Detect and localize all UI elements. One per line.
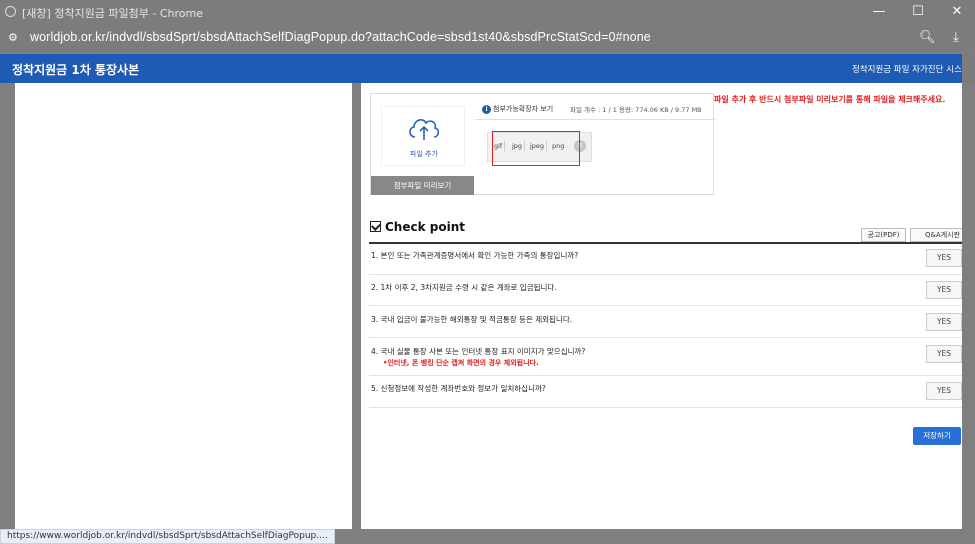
site-settings-icon[interactable]: ⚙ [8,31,20,44]
yes-button[interactable]: YES [926,382,962,400]
question-row: 2. 1차 이후 2, 3차지원금 수령 시 같은 계좌로 입금됩니다. YES [369,275,975,306]
notice-pdf-button[interactable]: 공고(PDF) [861,228,906,242]
add-file-label: 파일 추가 [410,150,438,158]
main-content: 파일 추가 첨부파일 미리보기 i 첨부가능확장자 보기 파일 개수 : 1 / … [361,83,975,529]
file-count: 파일 개수 : 1 / 1 용량: 774.06 KB / 9.77 MB [570,106,702,114]
yes-button[interactable]: YES [926,345,962,363]
question-row: 4. 국내 실물 통장 사본 또는 인터넷 통장 표지 이미지가 맞으십니까? … [369,338,975,376]
popup-header: 정착지원금 1차 통장사본 정착지원금 파일 자가진단 시스템 [0,54,975,83]
preview-button[interactable]: 첨부파일 미리보기 [371,176,474,195]
extension-guide[interactable]: i 첨부가능확장자 보기 [482,104,553,114]
add-file-button[interactable]: 파일 추가 [381,106,465,166]
yes-button[interactable]: YES [926,249,962,267]
page-title: 정착지원금 1차 통장사본 [12,63,140,77]
yes-button[interactable]: YES [926,313,962,331]
download-icon[interactable]: ⤓ [953,30,959,45]
yes-button[interactable]: YES [926,281,962,299]
maximize-button[interactable]: ☐ [903,2,933,22]
checkpoint-title: Check point [370,220,465,234]
address-bar[interactable]: ⚙ worldjob.or.kr/indvdl/sbsdSprt/sbsdAtt… [0,24,975,52]
question-note: •인터넷, 폰 뱅킹 단순 캡쳐 화면의 경우 제외됩니다. [383,359,539,367]
question-text: 1. 본인 또는 가족관계증명서에서 확인 가능한 가족의 통장입니까? [371,251,579,260]
minimize-button[interactable]: — [864,2,894,22]
url-text[interactable]: worldjob.or.kr/indvdl/sbsdSprt/sbsdAttac… [30,30,651,44]
highlight-box [492,131,580,166]
status-bar: https://www.worldjob.or.kr/indvdl/sbsdSp… [0,529,975,544]
zoom-icon[interactable]: 🔍︎ [919,30,936,45]
question-text: 3. 국내 입금이 불가능한 해외통장 및 적금통장 등은 제외됩니다. [371,315,573,324]
warning-text: 파일 추가 후 반드시 첨부파일 미리보기를 통해 파일을 체크해주세요. [714,95,946,104]
info-icon: i [482,105,491,114]
link-preview: https://www.worldjob.or.kr/indvdl/sbsdSp… [0,529,335,544]
question-row: 5. 신청정보에 작성한 계좌번호와 정보가 일치하십니까? YES [369,376,975,408]
save-button[interactable]: 저장하기 [913,427,961,445]
system-title: 정착지원금 파일 자가진단 시스템 [852,65,970,75]
question-row: 3. 국내 입금이 불가능한 해외통장 및 적금통장 등은 제외됩니다. YES [369,306,975,338]
globe-icon [5,6,16,17]
browser-window: [새창] 정착지원금 파일첨부 - Chrome — ☐ ✕ ⚙ worldjo… [0,0,975,544]
cloud-upload-icon [409,118,440,140]
upload-panel: 파일 추가 첨부파일 미리보기 i 첨부가능확장자 보기 파일 개수 : 1 / … [370,93,715,195]
title-bar: [새창] 정착지원금 파일첨부 - Chrome — ☐ ✕ [0,0,975,24]
question-text: 5. 신청정보에 작성한 계좌번호와 정보가 일치하십니까? [371,384,546,393]
checkbox-icon [370,221,381,232]
question-text: 2. 1차 이후 2, 3차지원금 수령 시 같은 계좌로 입금됩니다. [371,283,557,292]
close-button[interactable]: ✕ [942,2,972,22]
left-panel [15,83,352,529]
question-text: 4. 국내 실물 통장 사본 또는 인터넷 통장 표지 이미지가 맞으십니까? [371,347,586,356]
window-title: [새창] 정착지원금 파일첨부 - Chrome [22,7,204,20]
question-row: 1. 본인 또는 가족관계증명서에서 확인 가능한 가족의 통장입니까? YES [369,244,975,275]
